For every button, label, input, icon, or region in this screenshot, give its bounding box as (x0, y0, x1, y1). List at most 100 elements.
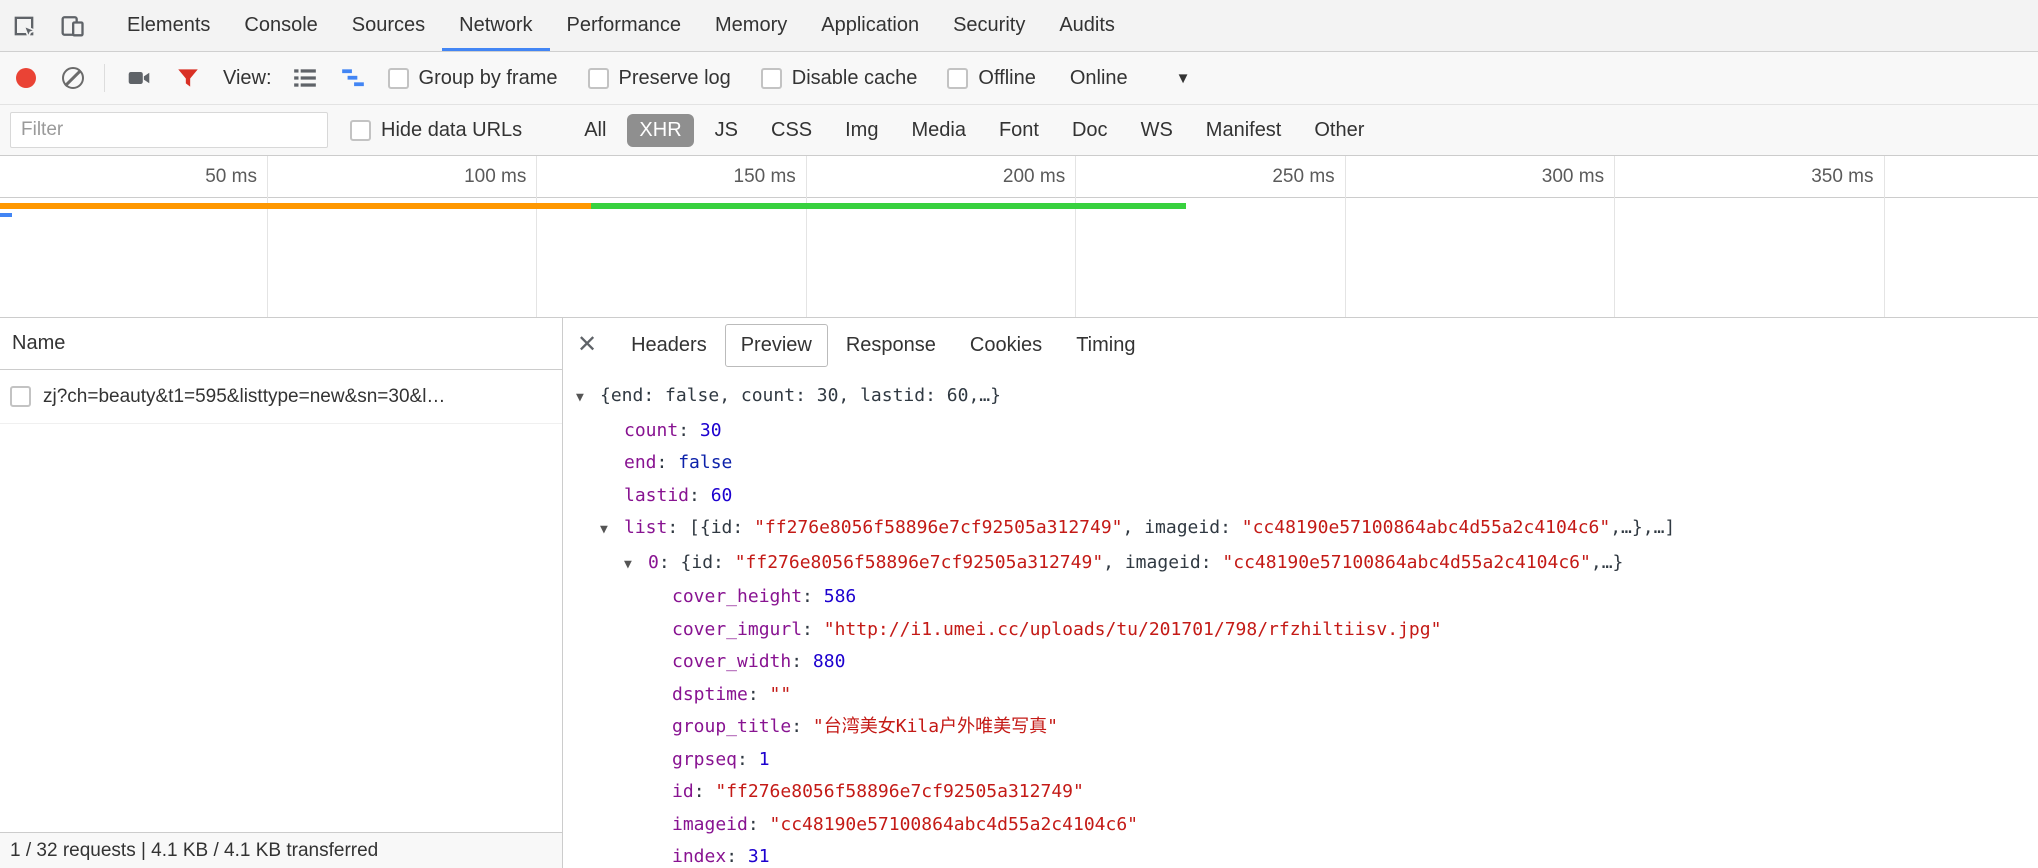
tree-token-plain: , imageid: (1123, 517, 1242, 538)
checkbox-box[interactable] (588, 68, 609, 89)
overview-tick-label: 300 ms (1542, 156, 1604, 198)
checkbox-label: Offline (978, 67, 1035, 90)
detail-tabs: HeadersPreviewResponseCookiesTiming (615, 324, 1153, 367)
tree-row[interactable]: id: "ff276e8056f58896e7cf92505a312749" (563, 776, 2038, 809)
tab-performance[interactable]: Performance (550, 0, 699, 51)
detail-tab-response[interactable]: Response (830, 324, 952, 367)
capture-screenshots-icon[interactable] (125, 65, 153, 91)
tree-row[interactable]: group_title: "台湾美女Kila户外唯美写真" (563, 711, 2038, 744)
filter-type-list: All XHR JS CSS Img Media Font Doc WS ManifestOthe… (572, 114, 1385, 147)
overview-timeline[interactable]: 50 ms100 ms150 ms200 ms250 ms300 ms350 m… (0, 156, 2038, 318)
request-checkbox[interactable] (10, 386, 31, 407)
filter-type-ws[interactable]: WS (1129, 114, 1185, 147)
tab-elements[interactable]: Elements (110, 0, 227, 51)
tree-row[interactable]: grpseq: 1 (563, 744, 2038, 777)
tree-row[interactable]: ▼list: [{id: "ff276e8056f58896e7cf92505a… (563, 512, 2038, 547)
toolbar-checkbox-preserve-log[interactable]: Preserve log (588, 67, 731, 90)
filter-type-doc[interactable]: Doc (1060, 114, 1120, 147)
checkbox-box[interactable] (947, 68, 968, 89)
request-row[interactable]: zj?ch=beauty&t1=595&listtype=new&sn=30&l… (0, 370, 562, 424)
detail-tab-timing[interactable]: Timing (1060, 324, 1151, 367)
tab-audits[interactable]: Audits (1042, 0, 1132, 51)
overview-tick-label: 250 ms (1272, 156, 1334, 198)
tree-token-num: 30 (700, 420, 722, 441)
tree-token-key: cover_width (672, 651, 791, 672)
tab-sources[interactable]: Sources (335, 0, 442, 51)
tree-row[interactable]: cover_imgurl: "http://i1.umei.cc/uploads… (563, 614, 2038, 647)
overview-tick-label: 100 ms (464, 156, 526, 198)
request-list: zj?ch=beauty&t1=595&listtype=new&sn=30&l… (0, 370, 562, 832)
overview-tick-label: 150 ms (734, 156, 796, 198)
tab-security[interactable]: Security (936, 0, 1042, 51)
tree-token-plain: : (791, 651, 813, 672)
filter-type-all[interactable]: All (572, 114, 618, 147)
waterfall-view-icon[interactable] (340, 65, 366, 91)
dropdown-caret-icon[interactable]: ▼ (1176, 70, 1191, 87)
checkbox-box[interactable] (388, 68, 409, 89)
list-view-icon[interactable] (292, 65, 318, 91)
checkbox-box[interactable] (350, 120, 371, 141)
tree-token-plain: ,…} (1591, 552, 1624, 573)
filter-type-manifest[interactable]: Manifest (1194, 114, 1294, 147)
tree-row[interactable]: cover_height: 586 (563, 581, 2038, 614)
tree-token-str: "" (770, 684, 792, 705)
name-column-header[interactable]: Name (0, 318, 562, 370)
device-toolbar-icon[interactable] (48, 0, 96, 51)
tab-application[interactable]: Application (804, 0, 936, 51)
requests-panel: Name zj?ch=beauty&t1=595&listtype=new&sn… (0, 318, 563, 868)
expand-arrow-icon[interactable]: ▼ (624, 549, 648, 582)
filter-type-img[interactable]: Img (833, 114, 890, 147)
tree-token-str: "cc48190e57100864abc4d55a2c4104c6" (1242, 517, 1610, 538)
overview-tick-label: 200 ms (1003, 156, 1065, 198)
filter-funnel-icon[interactable] (175, 65, 201, 91)
filter-type-font[interactable]: Font (987, 114, 1051, 147)
tree-row[interactable]: ▼{end: false, count: 30, lastid: 60,…} (563, 380, 2038, 415)
detail-tab-headers[interactable]: Headers (615, 324, 723, 367)
clear-icon[interactable] (62, 67, 84, 89)
filter-type-other[interactable]: Other (1302, 114, 1376, 147)
tree-token-key: end (624, 452, 657, 473)
toolbar-checkbox-disable-cache[interactable]: Disable cache (761, 67, 918, 90)
view-label: View: (223, 67, 272, 90)
preview-tree: ▼{end: false, count: 30, lastid: 60,…}co… (563, 372, 2038, 868)
tree-token-bool: false (678, 452, 732, 473)
detail-tab-cookies[interactable]: Cookies (954, 324, 1058, 367)
tree-row[interactable]: imageid: "cc48190e57100864abc4d55a2c4104… (563, 809, 2038, 842)
checkbox-label: Preserve log (619, 67, 731, 90)
throttling-dropdown[interactable]: Online (1070, 67, 1128, 90)
toolbar-checkbox-group-by-frame[interactable]: Group by frame (388, 67, 558, 90)
close-icon[interactable]: ✕ (577, 333, 597, 357)
record-button[interactable] (16, 68, 36, 88)
filter-type-js[interactable]: JS (703, 114, 750, 147)
tree-row[interactable]: lastid: 60 (563, 480, 2038, 513)
tree-row[interactable]: ▼0: {id: "ff276e8056f58896e7cf92505a3127… (563, 547, 2038, 582)
filter-input[interactable] (10, 112, 328, 148)
hide-data-urls-checkbox[interactable]: Hide data URLs (350, 119, 522, 142)
tree-token-key: grpseq (672, 749, 737, 770)
tree-row[interactable]: cover_width: 880 (563, 646, 2038, 679)
tree-row[interactable]: dsptime: "" (563, 679, 2038, 712)
request-name: zj?ch=beauty&t1=595&listtype=new&sn=30&l… (43, 386, 445, 408)
filter-type-xhr[interactable]: XHR (627, 114, 693, 147)
tree-token-str: "cc48190e57100864abc4d55a2c4104c6" (1222, 552, 1590, 573)
tree-row[interactable]: index: 31 (563, 841, 2038, 868)
tree-token-plain: : (694, 781, 716, 802)
tree-row[interactable]: end: false (563, 447, 2038, 480)
hide-data-urls-label: Hide data URLs (381, 119, 522, 142)
toolbar-checkbox-offline[interactable]: Offline (947, 67, 1035, 90)
overview-tick-label: 50 ms (205, 156, 257, 198)
tree-token-plain: : (689, 485, 711, 506)
checkbox-box[interactable] (761, 68, 782, 89)
expand-arrow-icon[interactable]: ▼ (576, 382, 600, 415)
network-main: Name zj?ch=beauty&t1=595&listtype=new&sn… (0, 318, 2038, 868)
tab-console[interactable]: Console (227, 0, 334, 51)
tab-memory[interactable]: Memory (698, 0, 804, 51)
tree-row[interactable]: count: 30 (563, 415, 2038, 448)
expand-arrow-icon[interactable]: ▼ (600, 514, 624, 547)
tree-token-plain: : (748, 814, 770, 835)
inspect-icon[interactable] (0, 0, 48, 51)
tab-network[interactable]: Network (442, 0, 549, 51)
filter-type-css[interactable]: CSS (759, 114, 824, 147)
filter-type-media[interactable]: Media (899, 114, 977, 147)
detail-tab-preview[interactable]: Preview (725, 324, 828, 367)
